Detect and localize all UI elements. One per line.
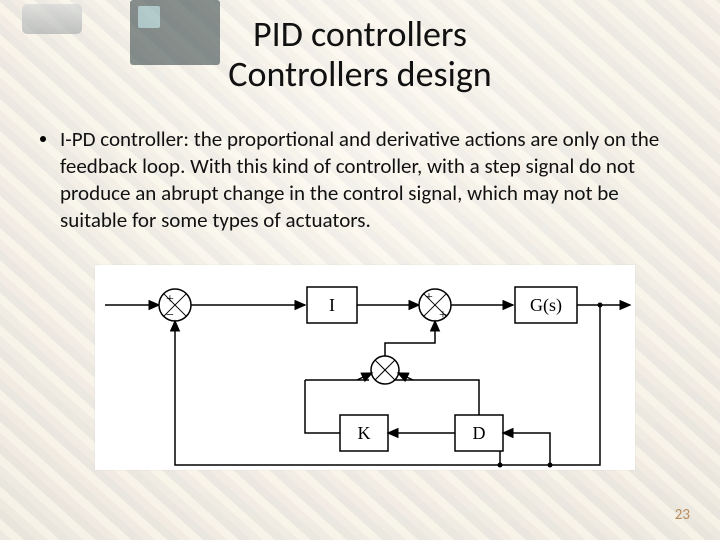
sum2-plus-left: + (425, 290, 433, 305)
block-derivative-label: D (473, 423, 486, 443)
block-integrator-label: I (329, 295, 335, 315)
page-number: 23 (675, 506, 690, 524)
sum1-minus: − (166, 308, 174, 323)
title-line-1: PID controllers (0, 14, 720, 54)
block-proportional-label: K (358, 423, 371, 443)
title-line-2: Controllers design (0, 54, 720, 94)
bullet-text: I-PD controller: the proportional and de… (60, 126, 680, 234)
bullet-dot-icon (40, 136, 46, 142)
block-diagram: + − I + + G(s) (95, 265, 635, 470)
slide-title: PID controllers Controllers design (0, 14, 720, 95)
body-text: I-PD controller: the proportional and de… (40, 126, 680, 234)
diagram-svg: + − I + + G(s) (95, 265, 635, 470)
sum1-plus: + (166, 292, 174, 307)
block-plant-label: G(s) (530, 295, 562, 316)
sum2-plus-bottom: + (439, 308, 447, 323)
slide: PID controllers Controllers design I-PD … (0, 0, 720, 540)
bullet-item: I-PD controller: the proportional and de… (40, 126, 680, 234)
